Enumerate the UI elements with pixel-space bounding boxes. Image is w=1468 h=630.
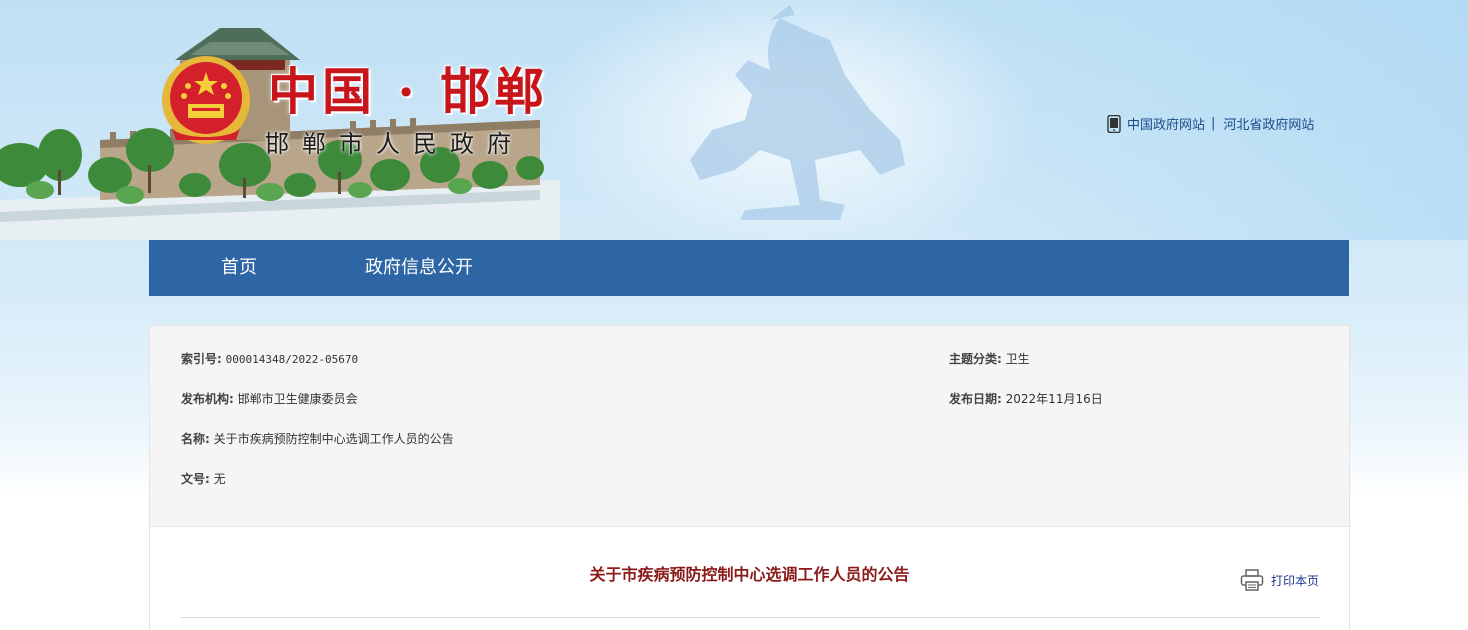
info-topic: 主题分类: 卫生	[949, 350, 1030, 367]
info-doc-no: 文号: 无	[181, 470, 226, 487]
info-name-label: 名称:	[181, 432, 210, 446]
info-publish-date: 发布日期: 2022年11月16日	[949, 390, 1103, 407]
printer-icon	[1240, 569, 1264, 591]
info-name-value: 关于市疾病预防控制中心选调工作人员的公告	[213, 432, 454, 446]
mobile-icon[interactable]	[1107, 114, 1121, 133]
article-divider	[180, 617, 1320, 618]
info-doc-no-value: 无	[213, 472, 226, 486]
national-emblem-icon	[162, 56, 250, 144]
link-hebei-gov[interactable]: 河北省政府网站	[1223, 114, 1314, 133]
document-info-panel: 索引号: 000014348/2022-05670 主题分类: 卫生 发布机构:…	[149, 325, 1350, 527]
info-index-no-value: 000014348/2022-05670	[225, 353, 359, 366]
article-title: 关于市疾病预防控制中心选调工作人员的公告	[589, 565, 910, 584]
info-publish-date-value: 2022年11月16日	[1005, 392, 1103, 406]
info-publish-date-label: 发布日期:	[949, 392, 1002, 406]
info-publisher-value: 邯郸市卫生健康委员会	[237, 392, 358, 406]
print-button[interactable]: 打印本页	[1240, 569, 1319, 591]
external-links: 中国政府网站 | 河北省政府网站	[1107, 114, 1314, 133]
print-label[interactable]: 打印本页	[1271, 572, 1319, 589]
link-separator: |	[1211, 116, 1216, 131]
info-index-no: 索引号: 000014348/2022-05670	[181, 350, 358, 367]
article: 关于市疾病预防控制中心选调工作人员的公告 打印本页	[149, 526, 1350, 630]
page: 中国 · 邯郸 邯郸市人民政府 中国政府网站 | 河北省政府网站 首页 政府信息…	[0, 0, 1468, 630]
site-subtitle: 邯郸市人民政府	[265, 130, 524, 158]
info-topic-value: 卫生	[1005, 352, 1030, 366]
info-topic-label: 主题分类:	[949, 352, 1002, 366]
info-index-no-label: 索引号:	[181, 352, 222, 366]
horse-statue-icon	[690, 5, 905, 220]
info-doc-no-label: 文号:	[181, 472, 210, 486]
main-nav: 首页 政府信息公开	[149, 240, 1349, 296]
link-gov-cn[interactable]: 中国政府网站	[1127, 114, 1205, 133]
info-name: 名称: 关于市疾病预防控制中心选调工作人员的公告	[181, 430, 454, 447]
info-publisher: 发布机构: 邯郸市卫生健康委员会	[181, 390, 358, 407]
nav-item-home[interactable]: 首页	[221, 240, 257, 296]
info-publisher-label: 发布机构:	[181, 392, 234, 406]
site-title: 中国 · 邯郸	[268, 62, 549, 121]
nav-item-gov-info[interactable]: 政府信息公开	[365, 240, 473, 296]
